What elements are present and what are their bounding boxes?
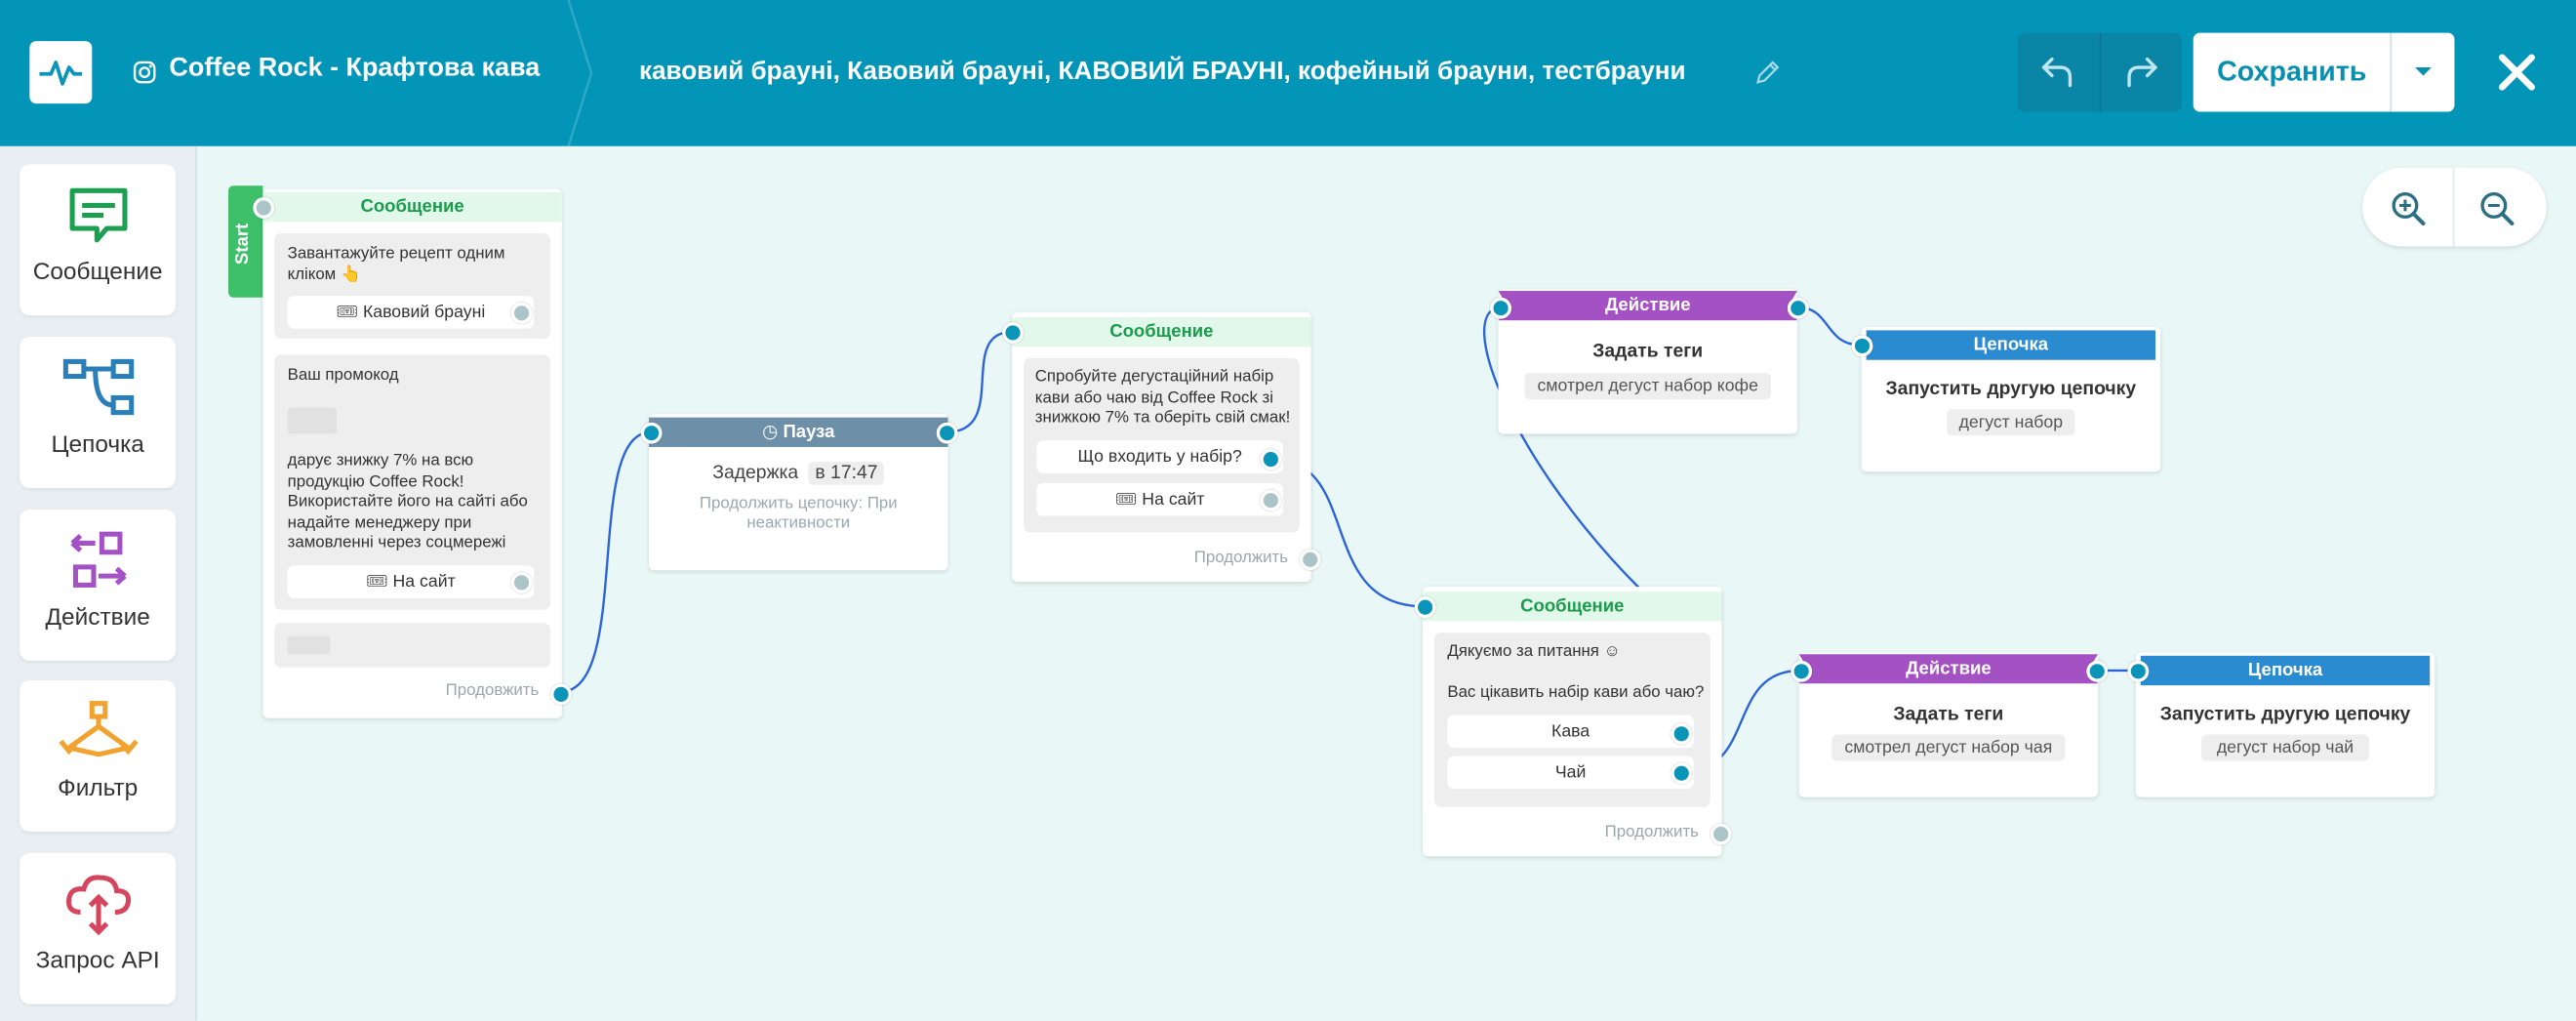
action-node-2[interactable]: Действие Задать теги смотрел дегуст набо… [1798, 652, 2099, 797]
clock-icon: ◷ [762, 422, 779, 442]
button-port[interactable] [510, 302, 533, 324]
continue-port[interactable] [1299, 549, 1321, 571]
chip-label: Кавовий брауні [362, 302, 486, 323]
hidden-content [287, 635, 331, 655]
block-text: Завантажуйте рецепт одним кліком 👆 [287, 244, 505, 284]
output-port[interactable] [936, 422, 958, 444]
continue-port[interactable] [1710, 823, 1732, 845]
tag-chip: смотрел дегуст набор чая [1831, 734, 2066, 761]
input-port[interactable] [1002, 322, 1024, 344]
message-block[interactable]: Ваш промокод дарує знижку 7% на всю прод… [274, 354, 551, 610]
message-block[interactable] [274, 623, 551, 668]
node-header: Сообщение [1423, 592, 1722, 622]
node-header: Цепочка [2140, 655, 2431, 686]
ticket-icon: 🎟 [336, 302, 359, 323]
block-text: Спробуйте дегустаційний набір кави або ч… [1034, 368, 1291, 428]
zoom-controls [2362, 167, 2547, 247]
block-text: Ваш промокод [287, 366, 399, 385]
start-label: Start [233, 223, 254, 265]
node-header: Цепочка [1866, 330, 2156, 360]
ticket-icon: 🎟 [1114, 489, 1138, 510]
tag-chip: дегуст набор [1947, 409, 2075, 436]
button-chip[interactable]: 🎟 На сайт [1036, 483, 1283, 516]
input-port[interactable] [1414, 596, 1436, 619]
button-port[interactable] [1670, 722, 1693, 745]
block-text: Вас цікавить набір кави або чаю? [1447, 683, 1705, 702]
chip-label: На сайт [1142, 489, 1205, 510]
button-chip[interactable]: Чай [1447, 756, 1694, 790]
button-port[interactable] [510, 571, 533, 593]
input-port[interactable] [1490, 297, 1512, 319]
button-chip[interactable]: Що входить у набір? [1036, 440, 1283, 473]
node-header: Действие [1498, 291, 1797, 321]
delay-value: в 17:47 [808, 462, 885, 485]
chain-title: Запустить другую цепочку [1885, 379, 2137, 400]
tag-chip: смотрел дегуст набор кофе [1524, 373, 1772, 400]
action-title: Задать теги [1592, 342, 1704, 362]
node-header: Сообщение [262, 191, 562, 223]
block-text: Дякуємо за питання ☺ [1447, 642, 1621, 661]
pause-note: Продолжить цепочку: При неактивности [699, 494, 898, 533]
header-label: Пауза [783, 422, 835, 442]
hidden-promo-code [287, 407, 338, 434]
button-chip[interactable]: 🎟 На сайт [287, 565, 535, 598]
button-port[interactable] [1260, 489, 1282, 511]
button-chip[interactable]: Кава [1447, 715, 1694, 749]
block-text: дарує знижку 7% на всю продукцію Coffee … [287, 452, 528, 552]
input-port[interactable] [253, 197, 275, 219]
input-port[interactable] [640, 422, 663, 444]
continue-label: Продовжить [445, 681, 540, 701]
message-node-4[interactable]: Сообщение Дякуємо за питання ☺ Вас цікав… [1423, 587, 1722, 857]
chain-node-2[interactable]: Цепочка Запустить другую цепочку дегуст … [2135, 652, 2435, 797]
button-port[interactable] [1260, 448, 1282, 470]
button-port[interactable] [1670, 762, 1693, 785]
delay-label: Задержка [712, 463, 799, 484]
node-header: ◷ Пауза [649, 417, 948, 447]
button-chip[interactable]: 🎟 Кавовий брауні [287, 296, 535, 329]
zoom-out-icon[interactable] [2479, 190, 2516, 226]
input-port[interactable] [1791, 660, 1813, 682]
continue-label: Продолжить [1604, 823, 1699, 842]
continue-label: Продолжить [1193, 549, 1289, 567]
message-block[interactable]: Завантажуйте рецепт одним кліком 👆 🎟 Кав… [274, 233, 551, 339]
node-header: Сообщение [1012, 316, 1311, 347]
tag-chip: дегуст набор чай [2201, 734, 2369, 761]
message-block[interactable]: Дякуємо за питання ☺ Вас цікавить набір … [1433, 633, 1711, 807]
input-port[interactable] [2127, 660, 2150, 682]
ticket-icon: 🎟 [366, 571, 388, 592]
action-title: Задать теги [1893, 705, 2004, 725]
action-node-1[interactable]: Действие Задать теги смотрел дегуст набо… [1498, 289, 1797, 434]
message-node-3[interactable]: Сообщение Спробуйте дегустаційний набір … [1012, 311, 1311, 583]
input-port[interactable] [1851, 335, 1873, 357]
output-port[interactable] [1787, 297, 1809, 319]
continue-port[interactable] [550, 683, 572, 706]
chain-title: Запустить другую цепочку [2159, 705, 2411, 725]
divider [2452, 167, 2455, 247]
chain-node-1[interactable]: Цепочка Запустить другую цепочку дегуст … [1861, 327, 2161, 472]
zoom-in-icon[interactable] [2391, 190, 2427, 226]
message-block[interactable]: Спробуйте дегустаційний набір кави або ч… [1023, 358, 1300, 533]
output-port[interactable] [2086, 660, 2109, 682]
pause-node[interactable]: ◷ Пауза Задержка в 17:47 Продолжить цепо… [649, 414, 948, 571]
message-node-1[interactable]: Сообщение Завантажуйте рецепт одним клік… [262, 188, 562, 718]
node-header: Действие [1798, 654, 2099, 684]
chip-label: На сайт [392, 571, 456, 592]
delay-row: Задержка в 17:47 [649, 462, 947, 485]
